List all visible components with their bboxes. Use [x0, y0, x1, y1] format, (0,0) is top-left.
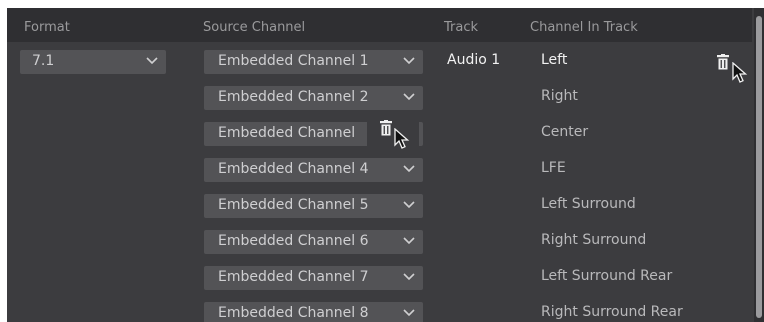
channel-in-track-label: Right: [541, 88, 578, 104]
mouse-pointer-icon: [394, 128, 410, 149]
channel-in-track-label: LFE: [541, 160, 566, 176]
chevron-down-icon: [403, 273, 415, 281]
table-header: Format Source Channel Track Channel In T…: [7, 8, 752, 42]
audio-channel-mapping-panel: Format Source Channel Track Channel In T…: [7, 8, 764, 322]
table-row: Embedded Channel 5 Left Surround: [7, 188, 752, 224]
source-channel-value: Embedded Channel 2: [218, 89, 369, 105]
channel-in-track-label: Left Surround: [541, 196, 636, 212]
source-channel-dropdown[interactable]: Embedded Channel 2: [204, 86, 423, 110]
source-channel-value: Embedded Channel 4: [218, 161, 369, 177]
chevron-down-icon: [403, 237, 415, 245]
trash-icon[interactable]: [716, 54, 730, 70]
source-channel-value: Embedded Channel 5: [218, 197, 369, 213]
header-track: Track: [444, 20, 479, 35]
table-row: Embedded Channel 2 Right: [7, 80, 752, 116]
table-row: Embedded Channel 8 Right Surround Rear: [7, 296, 752, 322]
format-value: 7.1: [32, 53, 55, 69]
chevron-down-icon: [403, 93, 415, 101]
source-channel-dropdown[interactable]: Embedded Channel 6: [204, 230, 423, 254]
channel-in-track-label: Right Surround Rear: [541, 304, 683, 320]
chevron-down-icon: [403, 57, 415, 65]
source-channel-value: Embedded Channel 1: [218, 53, 369, 69]
table-row: Embedded Channel 7 Left Surround Rear: [7, 260, 752, 296]
channel-in-track-label: Right Surround: [541, 232, 647, 248]
header-format: Format: [24, 20, 70, 35]
channel-in-track-label: Center: [541, 124, 589, 140]
source-channel-value: Embedded Channel 7: [218, 269, 369, 285]
source-channel-value: Embedded Channel 6: [218, 233, 369, 249]
vertical-scrollbar[interactable]: [754, 8, 764, 322]
source-channel-dropdown[interactable]: Embedded Channel 4: [204, 158, 423, 182]
chevron-down-icon: [146, 57, 158, 65]
chevron-down-icon: [403, 165, 415, 173]
header-source-channel: Source Channel: [203, 20, 306, 35]
source-channel-dropdown[interactable]: Embedded Channel 5: [204, 194, 423, 218]
channel-in-track-label: Left Surround Rear: [541, 268, 673, 284]
table-row: Embedded Channel 4 LFE: [7, 152, 752, 188]
source-channel-dropdown[interactable]: Embedded Channel 7: [204, 266, 423, 290]
source-channel-dropdown[interactable]: Embedded Channel 8: [204, 302, 423, 322]
chevron-down-icon: [403, 201, 415, 209]
trash-icon[interactable]: [379, 120, 393, 136]
channel-in-track-label: Left: [541, 52, 568, 68]
format-dropdown[interactable]: 7.1: [20, 50, 166, 74]
table-row: Embedded Channel 6 Right Surround: [7, 224, 752, 260]
table-row: 7.1 Embedded Channel 1 Audio 1 Left: [7, 44, 752, 83]
header-channel-in-track: Channel In Track: [530, 20, 638, 35]
chevron-down-icon: [403, 309, 415, 317]
scrollbar-thumb[interactable]: [756, 16, 762, 318]
source-channel-dropdown[interactable]: Embedded Channel 1: [204, 50, 423, 74]
source-channel-value: Embedded Channel 8: [218, 305, 369, 321]
source-channel-value: Embedded Channel: [218, 125, 356, 141]
track-label: Audio 1: [447, 52, 501, 68]
delete-hover-tile[interactable]: [367, 112, 419, 154]
